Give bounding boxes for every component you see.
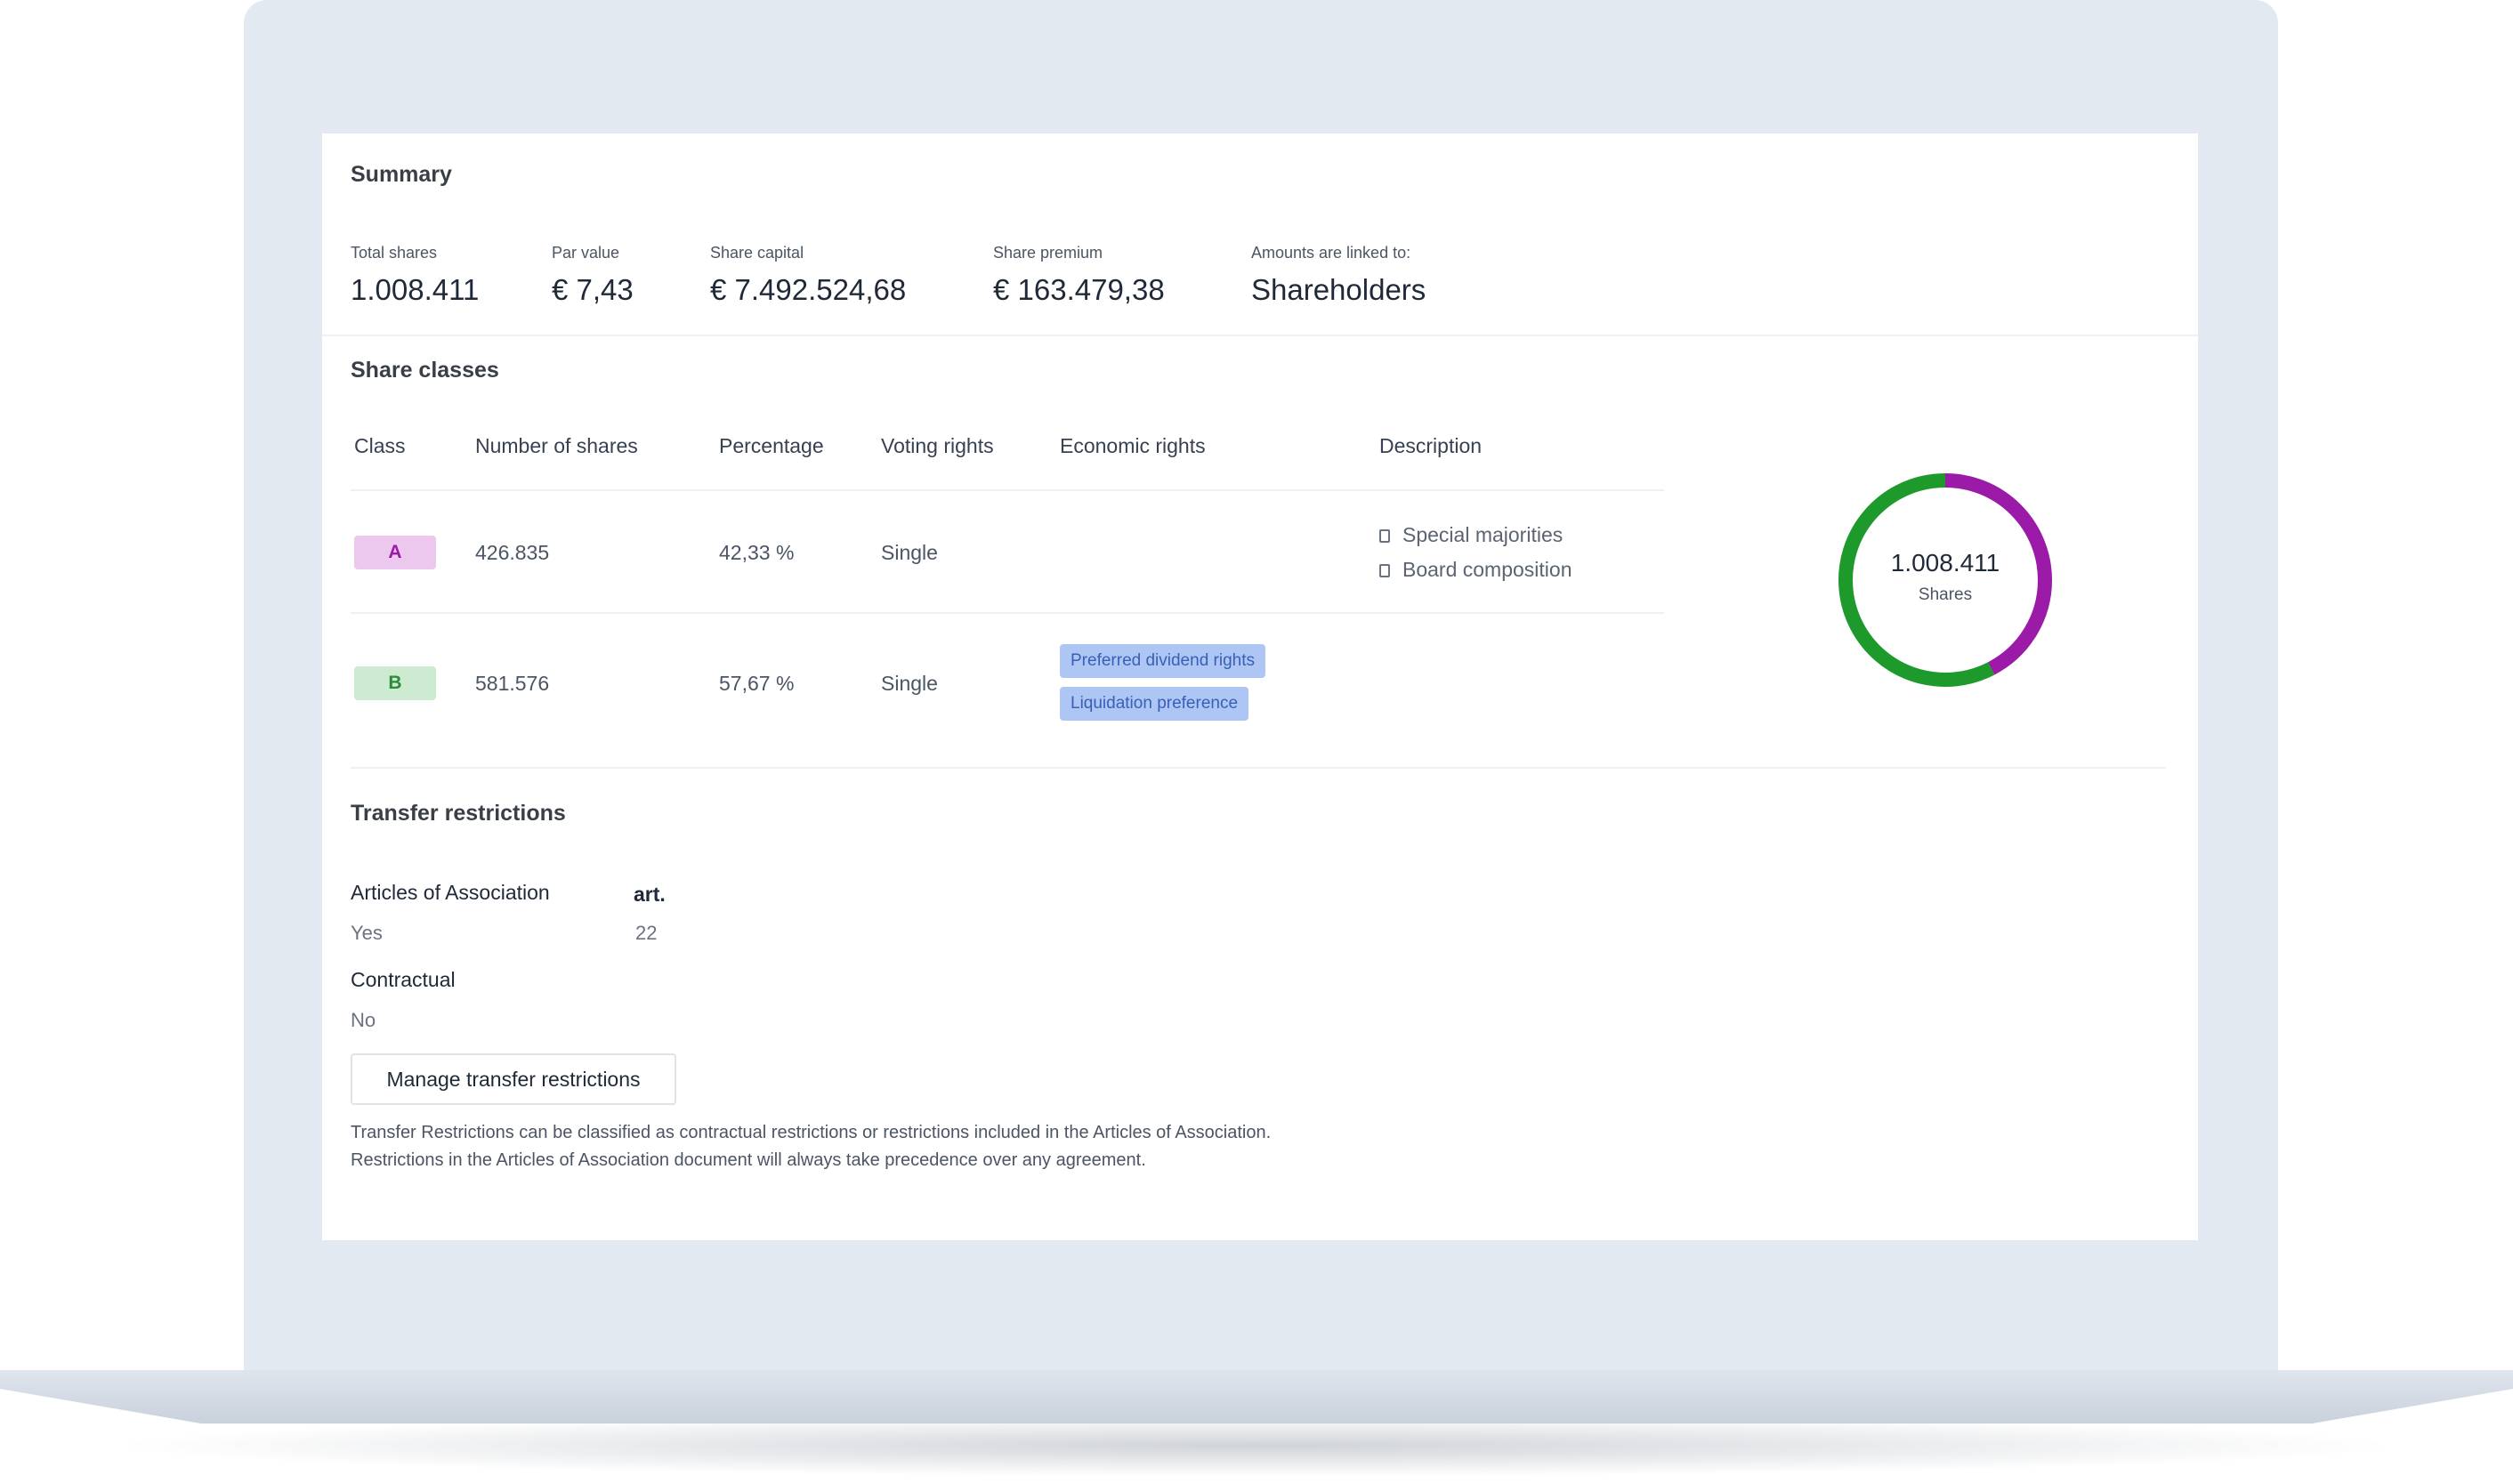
divider [351, 767, 2166, 769]
column-header-percentage: Percentage [719, 434, 824, 457]
aoa-value: Yes [351, 922, 383, 944]
transfer-note-line-1: Transfer Restrictions can be classified … [351, 1123, 1272, 1142]
economic-right-chip[interactable]: Liquidation preference [1060, 687, 1249, 721]
screen: Summary Total shares 1.008.411 Par value… [322, 133, 2198, 1240]
description-label: Special majorities [1402, 523, 1564, 546]
metric-value: € 163.479,38 [993, 273, 1165, 306]
art-value: 22 [635, 922, 658, 944]
metric-label: Share premium [993, 244, 1103, 262]
document-icon [1379, 529, 1390, 543]
shares-donut-chart [1838, 473, 2052, 687]
class-badge-b[interactable]: B [354, 666, 436, 700]
table-divider [351, 612, 1664, 614]
metric-value: Shareholders [1251, 273, 1426, 306]
laptop-shadow [107, 1415, 2406, 1477]
description-label: Board composition [1402, 558, 1572, 581]
row-a-shares: 426.835 [475, 541, 550, 564]
economic-right-chip[interactable]: Preferred dividend rights [1060, 644, 1265, 678]
art-label: art. [634, 883, 666, 906]
column-header-shares: Number of shares [475, 434, 638, 457]
metric-label: Par value [552, 244, 620, 262]
metric-linked-to: Amounts are linked to: Shareholders [1251, 244, 1426, 307]
row-b-voting: Single [881, 672, 938, 695]
metric-label: Share capital [710, 244, 804, 262]
metric-value: 1.008.411 [351, 273, 480, 306]
metric-share-premium: Share premium € 163.479,38 [993, 244, 1165, 307]
laptop-base [0, 1370, 2513, 1424]
metric-total-shares: Total shares 1.008.411 [351, 244, 479, 307]
transfer-note-line-2: Restrictions in the Articles of Associat… [351, 1150, 1146, 1170]
metric-value: € 7,43 [552, 273, 634, 306]
row-a-percentage: 42,33 % [719, 541, 795, 564]
column-header-description: Description [1379, 434, 1483, 457]
column-header-class: Class [354, 434, 406, 457]
transfer-title: Transfer restrictions [351, 801, 566, 826]
metric-value: € 7.492.524,68 [710, 273, 907, 306]
description-item[interactable]: Board composition [1379, 558, 1572, 582]
aoa-label: Articles of Association [351, 881, 550, 904]
row-b-shares: 581.576 [475, 672, 550, 695]
class-badge-a[interactable]: A [354, 536, 436, 569]
donut-total: 1.008.411 [1890, 549, 2000, 577]
summary-title: Summary [351, 162, 452, 187]
document-icon [1379, 564, 1390, 577]
table-divider [351, 489, 1664, 491]
metric-label: Total shares [351, 244, 438, 262]
manage-transfer-restrictions-button[interactable]: Manage transfer restrictions [351, 1053, 676, 1105]
contractual-value: No [351, 1009, 376, 1031]
contractual-label: Contractual [351, 968, 456, 991]
divider [322, 335, 2198, 336]
metric-par-value: Par value € 7,43 [552, 244, 634, 307]
share-classes-title: Share classes [351, 358, 499, 383]
donut-label: Shares [1918, 585, 1973, 604]
column-header-economic: Economic rights [1060, 434, 1206, 457]
column-header-voting: Voting rights [881, 434, 994, 457]
description-item[interactable]: Special majorities [1379, 523, 1563, 547]
donut-segment-b [1838, 473, 2052, 687]
metric-share-capital: Share capital € 7.492.524,68 [710, 244, 906, 307]
row-a-voting: Single [881, 541, 938, 564]
row-b-percentage: 57,67 % [719, 672, 795, 695]
metric-label: Amounts are linked to: [1251, 244, 1411, 262]
